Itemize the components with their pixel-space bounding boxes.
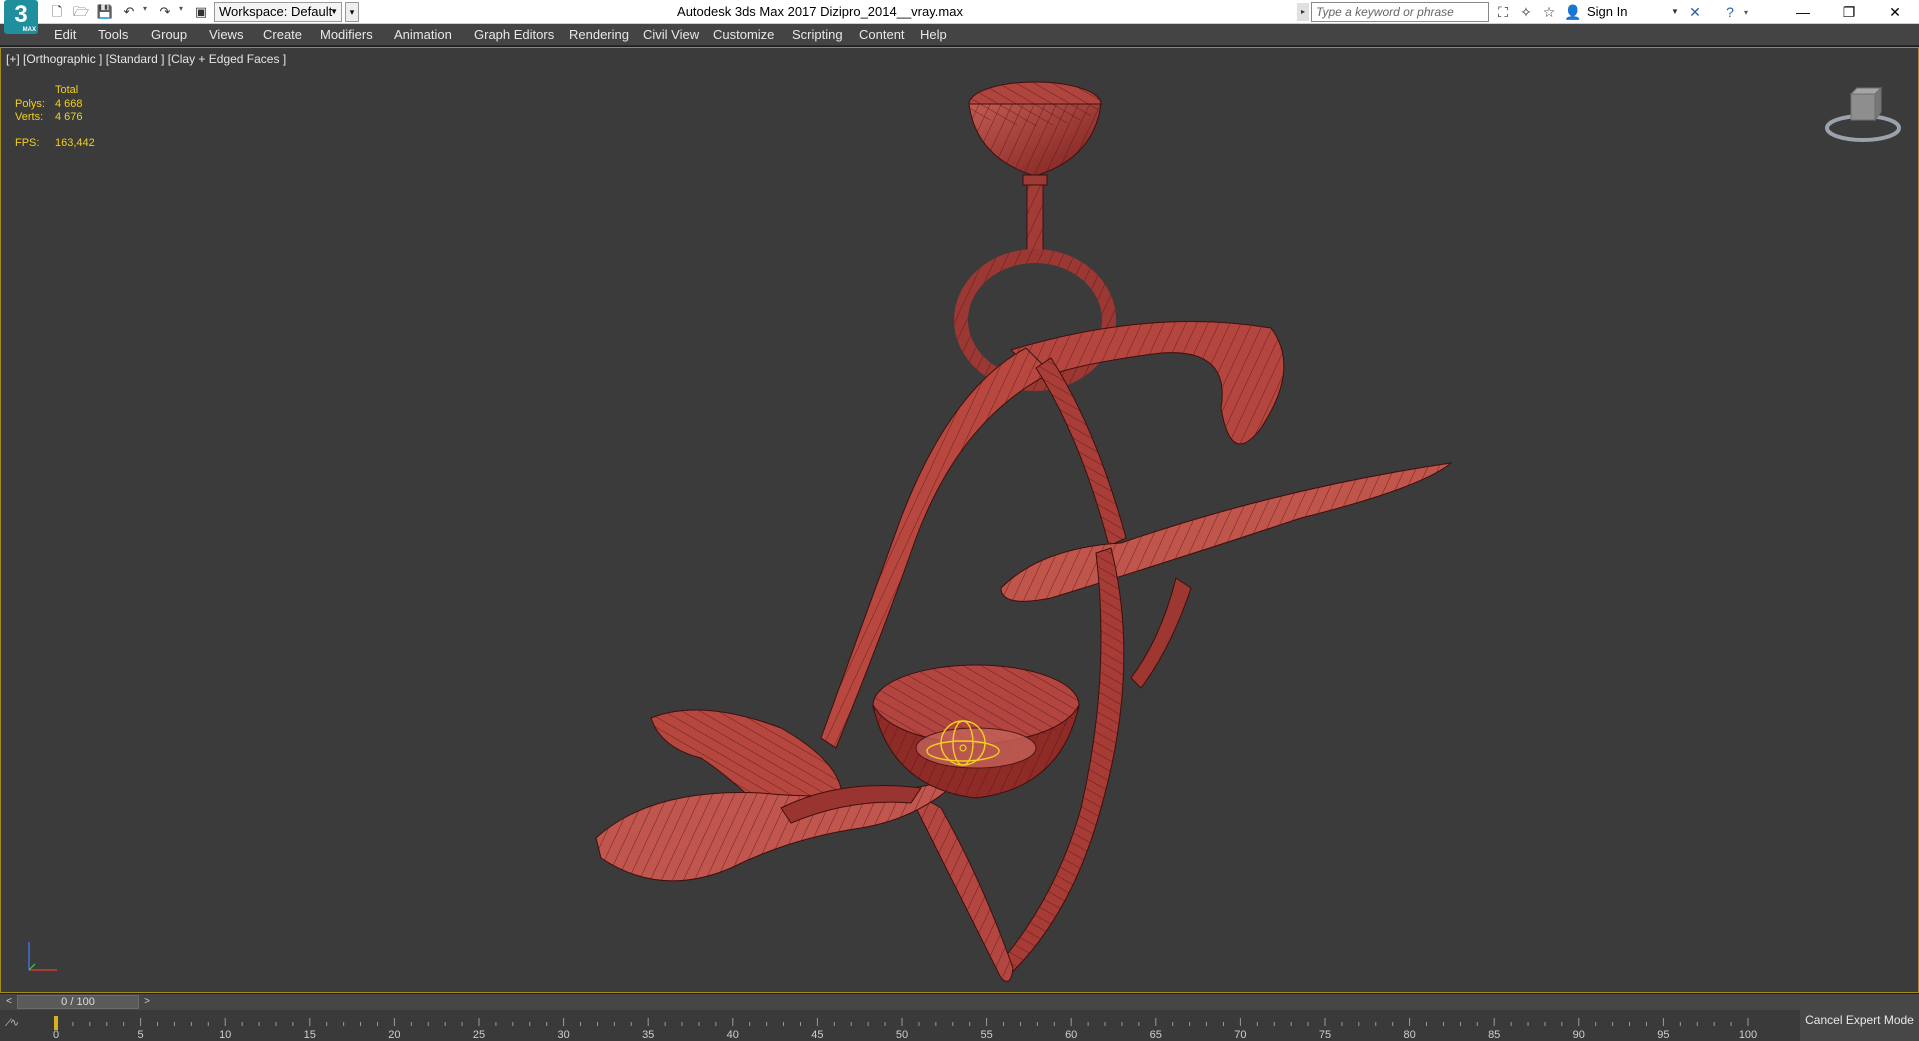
minimize-button[interactable]: ―: [1780, 0, 1826, 24]
save-icon[interactable]: 💾: [96, 3, 114, 21]
search-expand-icon[interactable]: ▸: [1297, 3, 1309, 21]
polys-label: Polys:: [15, 98, 45, 110]
restore-button[interactable]: ❐: [1826, 0, 1872, 24]
ruler-label: 35: [642, 1029, 654, 1041]
verts-value: 4 676: [55, 111, 83, 123]
menu-scripting[interactable]: Scripting: [792, 24, 843, 46]
menu-content[interactable]: Content: [859, 24, 905, 46]
track-bar[interactable]: ⁄∿ 0 5 10 15 20 25 30 35 40 45 50 55 60 65 70 75 80 85 90 9…: [0, 1010, 1800, 1041]
ruler-label: 100: [1739, 1029, 1757, 1041]
menu-civil-view[interactable]: Civil View: [643, 24, 699, 46]
menu-help[interactable]: Help: [920, 24, 947, 46]
sign-in-link[interactable]: Sign In: [1587, 0, 1627, 24]
ruler-label: 15: [304, 1029, 316, 1041]
ruler-label: 85: [1488, 1029, 1500, 1041]
ruler-label: 30: [557, 1029, 569, 1041]
window-title: Autodesk 3ds Max 2017 Dizipro_2014__vray…: [677, 4, 963, 19]
ruler-label: 95: [1657, 1029, 1669, 1041]
verts-label: Verts:: [15, 111, 44, 123]
chandelier-model[interactable]: [1, 48, 1918, 992]
help-icon[interactable]: ?: [1720, 2, 1740, 22]
search-input[interactable]: Type a keyword or phrase: [1311, 2, 1489, 22]
menu-customize[interactable]: Customize: [713, 24, 774, 46]
ruler-label: 65: [1150, 1029, 1162, 1041]
menu-edit[interactable]: Edit: [54, 24, 76, 46]
redo-icon[interactable]: ↷: [156, 3, 174, 21]
ruler-label: 5: [138, 1029, 144, 1041]
customize-quick-access-icon[interactable]: ▾: [345, 2, 359, 22]
ruler-label: 50: [896, 1029, 908, 1041]
polys-value: 4 668: [55, 98, 83, 110]
workspace-dropdown[interactable]: Workspace: Default ▼: [214, 2, 342, 22]
undo-icon[interactable]: ↶: [120, 3, 138, 21]
help-dropdown-icon[interactable]: ▾: [1744, 8, 1748, 17]
ruler-label: 55: [980, 1029, 992, 1041]
binoculars-icon[interactable]: ⛶: [1493, 2, 1513, 22]
cancel-expert-mode-button[interactable]: Cancel Expert Mode: [1800, 999, 1919, 1041]
undo-dropdown-icon[interactable]: ▾: [143, 4, 147, 13]
menu-bar: Edit Tools Group Views Create Modifiers …: [0, 24, 1919, 46]
menu-rendering[interactable]: Rendering: [569, 24, 629, 46]
viewcube-icon[interactable]: [1823, 80, 1903, 150]
menu-group[interactable]: Group: [151, 24, 187, 46]
ruler-label: 0: [53, 1029, 59, 1041]
current-frame-marker[interactable]: [54, 1016, 58, 1030]
menu-graph-editors[interactable]: Graph Editors: [474, 24, 554, 46]
communication-center-icon[interactable]: ✧: [1516, 2, 1536, 22]
ruler-label: 90: [1573, 1029, 1585, 1041]
viewport-label[interactable]: [+] [Orthographic ] [Standard ] [Clay + …: [6, 52, 286, 66]
menu-views[interactable]: Views: [209, 24, 243, 46]
autodesk-exchange-icon[interactable]: ✕: [1685, 2, 1705, 22]
new-file-icon[interactable]: 🗋: [48, 3, 66, 21]
ruler-label: 45: [811, 1029, 823, 1041]
ribbon-loops: [595, 321, 1453, 982]
ruler-label: 25: [473, 1029, 485, 1041]
previous-frame-button[interactable]: <: [2, 994, 16, 1010]
bowl-shade: [872, 664, 1080, 799]
ruler-label: 10: [219, 1029, 231, 1041]
fps-value: 163,442: [55, 137, 95, 149]
ruler-label: 60: [1065, 1029, 1077, 1041]
menu-animation[interactable]: Animation: [394, 24, 452, 46]
fps-label: FPS:: [15, 137, 40, 149]
stats-header: Total: [55, 84, 79, 96]
menu-create[interactable]: Create: [263, 24, 302, 46]
axis-tripod-icon: [28, 942, 57, 971]
frame-ruler[interactable]: 0 5 10 15 20 25 30 35 40 45 50 55 60 65 70 75 80 85 90 95 10…: [0, 1010, 1800, 1041]
workspace-label: Workspace: Default: [219, 4, 333, 19]
app-logo-icon[interactable]: 3 MAX: [4, 0, 38, 34]
ceiling-canopy: [968, 81, 1102, 256]
project-folder-icon[interactable]: ▣: [192, 3, 210, 21]
close-button[interactable]: ✕: [1872, 0, 1918, 24]
favorites-star-icon[interactable]: ☆: [1539, 2, 1559, 22]
sign-in-dropdown-icon[interactable]: ▼: [1671, 0, 1679, 24]
open-file-icon[interactable]: 🗁: [72, 3, 90, 21]
menu-tools[interactable]: Tools: [98, 24, 128, 46]
title-bar: 3 MAX 🗋 🗁 💾 ↶ ▾ ↷ ▾ ▣ Workspace: Default…: [0, 0, 1919, 34]
next-frame-button[interactable]: >: [140, 994, 154, 1010]
ruler-label: 80: [1403, 1029, 1415, 1041]
app-logo-subtext: MAX: [22, 27, 36, 33]
time-slider[interactable]: < 0 / 100 >: [0, 994, 1919, 1010]
ruler-label: 75: [1319, 1029, 1331, 1041]
time-slider-thumb[interactable]: 0 / 100: [17, 995, 139, 1009]
menu-modifiers[interactable]: Modifiers: [320, 24, 373, 46]
ruler-label: 70: [1234, 1029, 1246, 1041]
redo-dropdown-icon[interactable]: ▾: [179, 4, 183, 13]
ruler-label: 20: [388, 1029, 400, 1041]
viewport-orthographic[interactable]: [+] [Orthographic ] [Standard ] [Clay + …: [0, 47, 1919, 993]
app-logo-text: 3: [14, 1, 28, 28]
chevron-down-icon: ▼: [330, 7, 338, 16]
ruler-label: 40: [727, 1029, 739, 1041]
user-icon: 👤: [1564, 4, 1582, 20]
